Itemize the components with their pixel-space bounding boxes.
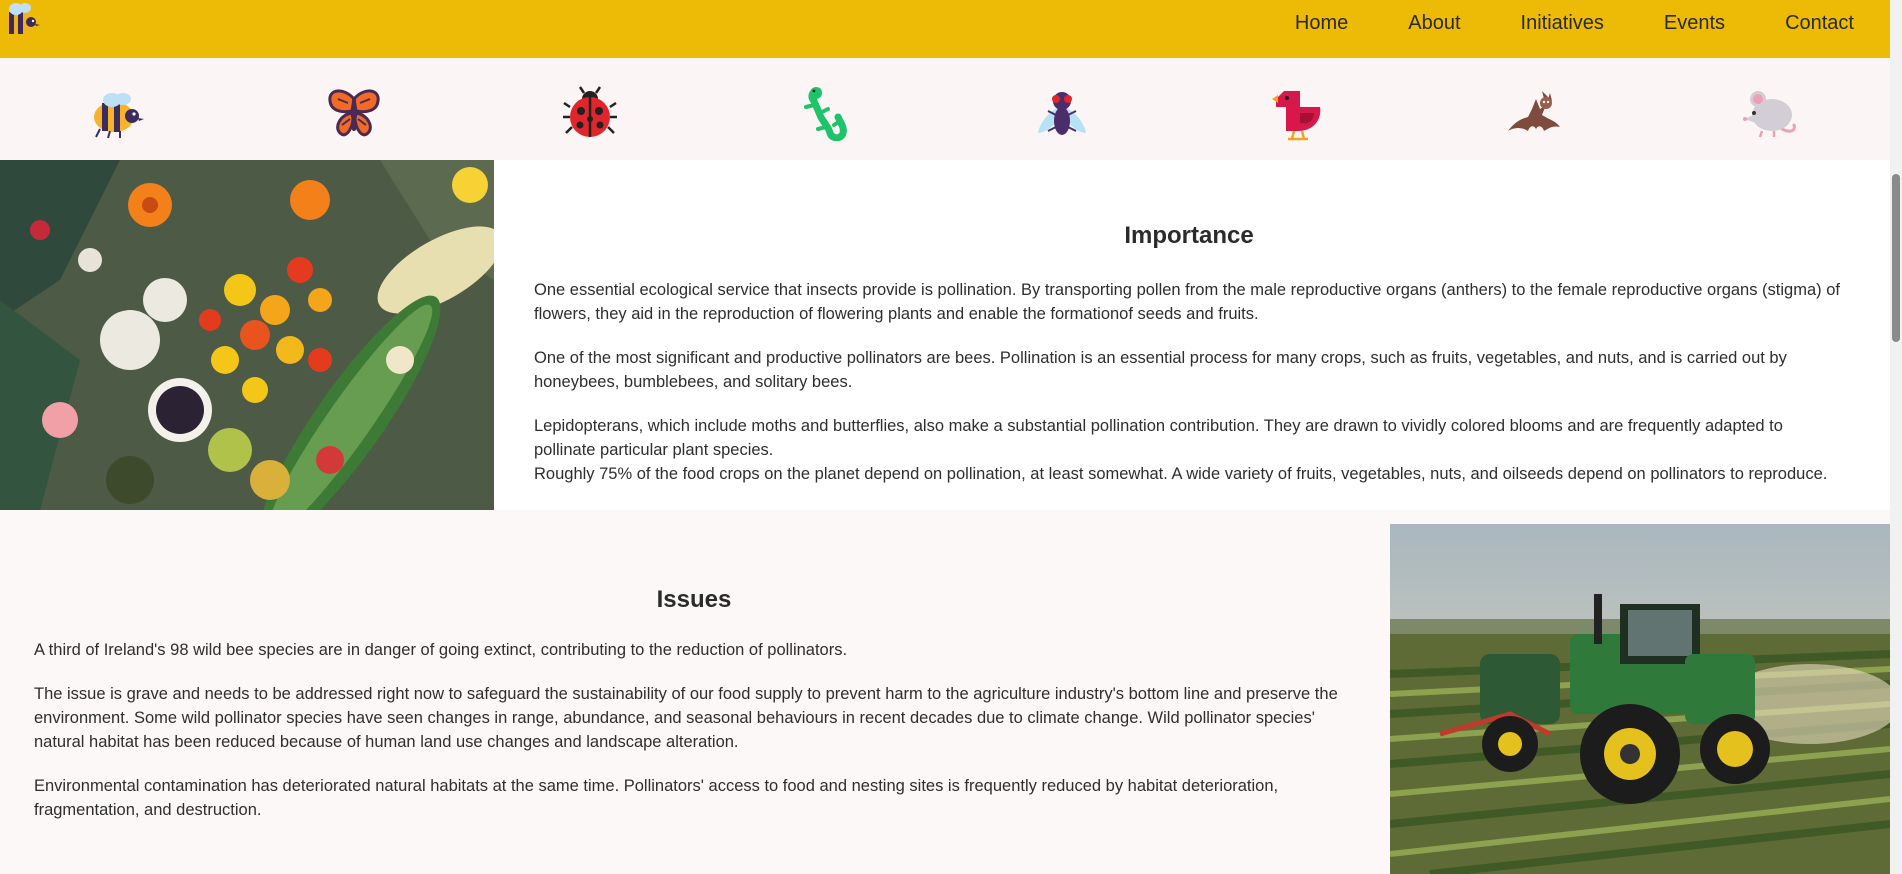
nav-contact-link[interactable]: Contact xyxy=(1785,12,1854,35)
tractor-image xyxy=(1390,524,1890,874)
issues-section: Issues A third of Ireland's 98 wild bee … xyxy=(0,524,1890,874)
issues-paragraph: A third of Ireland's 98 wild bee species… xyxy=(34,641,848,659)
icon-cell xyxy=(0,58,236,160)
icon-cell xyxy=(1652,58,1888,160)
icon-cell xyxy=(1416,58,1652,160)
bat-icon xyxy=(1508,91,1560,131)
nav-home-link[interactable]: Home xyxy=(1295,12,1348,35)
issues-content: Issues A third of Ireland's 98 wild bee … xyxy=(34,524,1354,842)
nav-links: Home About Initiatives Events Contact xyxy=(1235,0,1854,46)
page-scrollbar[interactable] xyxy=(1890,0,1902,874)
importance-content: Importance One essential ecological serv… xyxy=(534,160,1844,486)
vegetables-image xyxy=(0,160,494,510)
butterfly-icon xyxy=(328,89,380,137)
issues-title: Issues xyxy=(656,586,732,613)
bee-icon xyxy=(94,93,144,139)
issues-paragraph: The issue is grave and needs to be addre… xyxy=(34,685,1338,751)
icon-cell xyxy=(472,58,708,160)
icon-cell xyxy=(708,58,944,160)
mouse-icon xyxy=(1743,91,1796,138)
scrollbar-thumb[interactable] xyxy=(1892,174,1900,342)
bee-logo-icon[interactable] xyxy=(0,2,42,38)
importance-paragraph: One essential ecological service that in… xyxy=(534,281,1840,323)
icon-cell xyxy=(944,58,1180,160)
nav-events-link[interactable]: Events xyxy=(1664,12,1725,35)
nav-initiatives-link[interactable]: Initiatives xyxy=(1521,12,1604,35)
icon-cell xyxy=(1180,58,1416,160)
navbar: Home About Initiatives Events Contact xyxy=(0,0,1890,58)
importance-section: Importance One essential ecological serv… xyxy=(0,160,1890,510)
importance-title: Importance xyxy=(1124,222,1254,249)
issues-paragraph: Environmental contamination has deterior… xyxy=(34,777,1279,819)
pollinator-icon-strip xyxy=(0,58,1890,160)
importance-paragraph: Lepidopterans, which include moths and b… xyxy=(534,417,1783,459)
bird-icon xyxy=(1272,91,1321,141)
nav-about-link[interactable]: About xyxy=(1408,12,1460,35)
ladybug-icon xyxy=(563,86,617,137)
importance-paragraph: One of the most significant and producti… xyxy=(534,349,1787,391)
lizard-icon xyxy=(804,87,847,141)
importance-paragraph: Roughly 75% of the food crops on the pla… xyxy=(534,465,1828,483)
fly-icon xyxy=(1038,92,1086,135)
icon-cell xyxy=(236,58,472,160)
